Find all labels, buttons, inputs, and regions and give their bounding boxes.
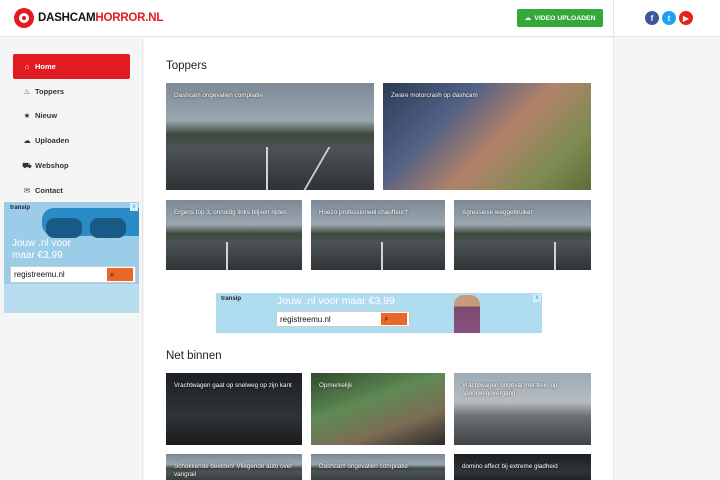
video-card[interactable]: Dashcam ongevallen compilatie: [311, 454, 445, 480]
logo-icon: [14, 8, 34, 28]
sidebar-item-home[interactable]: ⌂ Home: [13, 54, 130, 79]
ad-headline-1: Jouw .nl voor: [12, 238, 71, 249]
right-column-divider: [613, 0, 614, 480]
sidebar-ad[interactable]: transip Jouw .nl voor maar €3,99 registr…: [4, 202, 139, 313]
ad-domain-input[interactable]: registreemu.nl ⌕: [10, 266, 136, 283]
search-icon: ⌕: [110, 269, 115, 279]
video-card[interactable]: Vrachtwagen gaat op snelweg op zijn kant: [166, 373, 302, 445]
ad-headline-2: maar €3,99: [12, 250, 63, 261]
cart-icon: ⛟: [22, 160, 32, 170]
ad-brand: transip: [221, 296, 242, 302]
sidebar-nav: ⌂ Home ♨ Toppers ★ Nieuw ☁ Uploaden ⛟ Webshop…: [13, 54, 130, 203]
site-logo[interactable]: DASHCAMHORROR.NL: [14, 8, 163, 28]
facebook-icon[interactable]: f: [645, 11, 659, 25]
search-icon: ⌕: [384, 314, 389, 323]
ad-search-button[interactable]: ⌕: [381, 313, 407, 325]
banner-ad[interactable]: transip Jouw .nl voor maar €3,99 registr…: [216, 293, 542, 333]
video-card[interactable]: Vrachtwagen ongeval met trein op spoorwe…: [454, 373, 591, 445]
sidebar-item-contact[interactable]: ✉ Contact: [13, 178, 130, 203]
ad-domain-input[interactable]: registreemu.nl ⌕: [276, 311, 410, 327]
video-card[interactable]: Zware motorcrash op dashcam: [383, 83, 591, 190]
logo-text: DASHCAMHORROR.NL: [38, 12, 164, 24]
sidebar-item-webshop[interactable]: ⛟ Webshop: [13, 153, 130, 178]
ad-close-icon[interactable]: x: [533, 294, 541, 302]
cloud-upload-icon: ☁: [524, 15, 532, 22]
video-card[interactable]: Opmerkelijk: [311, 373, 445, 445]
video-card[interactable]: Schokkende beelden! Vliegende auto over …: [166, 454, 302, 480]
sidebar-item-uploaden[interactable]: ☁ Uploaden: [13, 128, 130, 153]
star-icon: ★: [23, 111, 31, 121]
section-title-net-binnen: Net binnen: [166, 350, 222, 362]
ad-close-icon[interactable]: x: [130, 203, 138, 211]
ad-image: [42, 208, 139, 238]
top-header: DASHCAMHORROR.NL ☁ VIDEO UPLOADEN f t ▶: [0, 0, 720, 37]
ad-search-button[interactable]: ⌕: [107, 268, 133, 281]
twitter-icon[interactable]: t: [662, 11, 676, 25]
flame-icon: ♨: [23, 86, 31, 96]
ad-footer: [4, 284, 139, 313]
video-card[interactable]: domino effect bij extreme gladheid: [454, 454, 591, 480]
video-card[interactable]: Hoezo professioneel chauffeur?: [311, 200, 445, 270]
cloud-upload-icon: ☁: [23, 136, 31, 146]
youtube-icon[interactable]: ▶: [679, 11, 693, 25]
video-card[interactable]: Dashcam ongevallen compilatie: [166, 83, 374, 190]
main-content: Toppers Dashcam ongevallen compilatie Zw…: [144, 38, 613, 480]
video-upload-button[interactable]: ☁ VIDEO UPLOADEN: [517, 9, 603, 27]
social-links: f t ▶: [645, 11, 693, 25]
video-card[interactable]: Agressieve weggebruiker: [454, 200, 591, 270]
sidebar-item-nieuw[interactable]: ★ Nieuw: [13, 104, 130, 129]
home-icon: ⌂: [24, 61, 30, 71]
video-card[interactable]: Ergens top 3, onnodig links blijven rijd…: [166, 200, 302, 270]
ad-image: [454, 295, 480, 333]
section-title-toppers: Toppers: [166, 60, 207, 72]
sidebar-item-toppers[interactable]: ♨ Toppers: [13, 79, 130, 104]
envelope-icon: ✉: [23, 185, 31, 195]
ad-brand: transip: [10, 205, 31, 211]
ad-headline: Jouw .nl voor maar €3,99: [277, 295, 395, 307]
